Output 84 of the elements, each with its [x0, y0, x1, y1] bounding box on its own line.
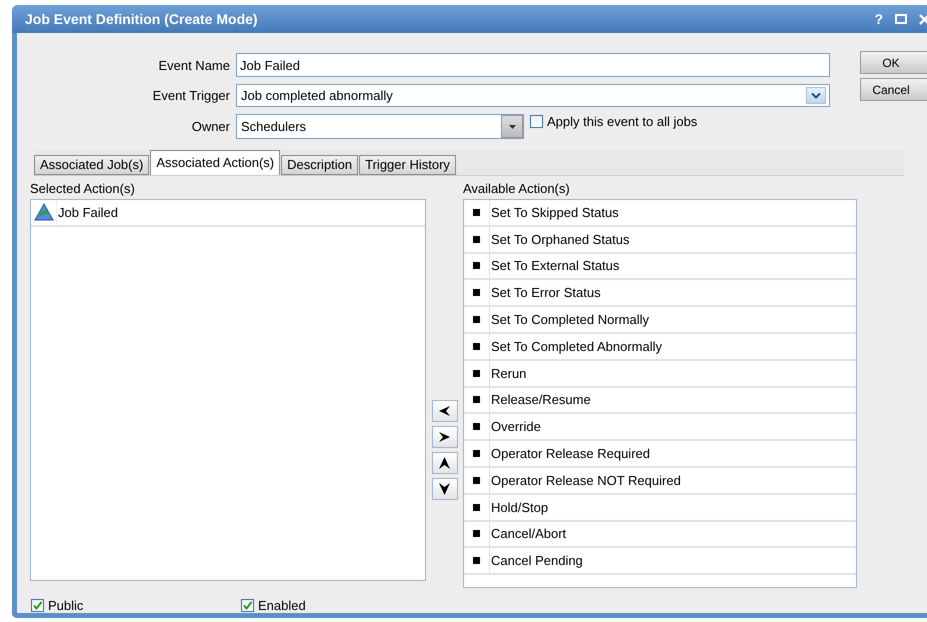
list-item[interactable]: Set To External Status: [464, 254, 856, 280]
list-item[interactable]: Set To Orphaned Status: [464, 226, 856, 254]
list-item[interactable]: Cancel Pending: [464, 548, 856, 576]
dropdown-value: Job completed abnormally: [240, 88, 393, 103]
dropdown-button[interactable]: [806, 87, 826, 104]
field-label: Event Name: [157, 58, 230, 72]
checkbox[interactable]: [530, 115, 543, 128]
field-label: Event Trigger: [152, 88, 230, 103]
arrow-up-icon: [437, 456, 452, 470]
action-name: Set To Skipped Status: [490, 204, 619, 220]
window-title: Job Event Definition (Create Mode): [25, 11, 259, 27]
square-bullet-icon: [473, 476, 480, 484]
list-item[interactable]: Rerun: [464, 360, 856, 388]
square-bullet-icon: [473, 370, 480, 377]
action-name: Cancel/Abort: [490, 526, 566, 542]
list-item[interactable]: Release/Resume: [464, 388, 856, 414]
action-name: Override: [490, 419, 541, 434]
list-item[interactable]: Operator Release NOT Required: [464, 468, 856, 495]
action-name: Cancel Pending: [490, 553, 583, 568]
square-bullet-icon: [473, 316, 480, 324]
check-icon: [32, 600, 43, 611]
list-item[interactable]: Override: [464, 414, 856, 442]
dropdown-button[interactable]: [501, 115, 523, 138]
list-item[interactable]: Set To Skipped Status: [464, 200, 856, 227]
action-name: Operator Release Required: [490, 446, 650, 462]
action-name: Operator Release NOT Required: [490, 472, 681, 488]
maximize-icon: [895, 13, 907, 25]
tab[interactable]: Trigger History: [359, 155, 456, 175]
checkbox-label: Apply this event to all jobs: [547, 114, 698, 129]
move-right-button[interactable]: [432, 426, 458, 448]
action-name: Set To Orphaned Status: [490, 232, 630, 247]
check-icon: [242, 600, 253, 611]
action-name: Set To Completed Normally: [490, 312, 649, 328]
move-up-button[interactable]: [432, 452, 458, 474]
tab[interactable]: Associated Job(s): [34, 155, 150, 175]
action-name: Hold/Stop: [490, 500, 548, 515]
list-caption: Selected Action(s): [30, 181, 136, 197]
checkbox-label: Enabled: [258, 598, 306, 613]
arrow-right-icon: [437, 430, 452, 444]
list-caption: Available Action(s): [463, 181, 571, 197]
field-label: Owner: [190, 119, 230, 134]
close-icon: [919, 14, 927, 24]
action-name: Release/Resume: [490, 392, 591, 408]
square-bullet-icon: [473, 423, 480, 430]
move-down-button[interactable]: [432, 478, 458, 500]
square-bullet-icon: [473, 236, 480, 243]
dropdown-value: Schedulers: [240, 119, 306, 134]
move-left-button[interactable]: [432, 400, 458, 422]
checkbox[interactable]: [31, 599, 44, 612]
list-item[interactable]: Set To Error Status: [464, 280, 856, 308]
square-bullet-icon: [473, 557, 480, 564]
owner-dropdown[interactable]: Schedulers: [236, 114, 524, 139]
caret-down-icon: [508, 124, 516, 128]
event-trigger-dropdown[interactable]: Job completed abnormally: [236, 84, 830, 107]
arrow-left-icon: [437, 404, 452, 418]
tab[interactable]: Associated Action(s): [150, 150, 280, 175]
dialog-button[interactable]: OK: [860, 51, 927, 74]
square-bullet-icon: [473, 530, 480, 538]
tab[interactable]: Description: [281, 155, 358, 175]
square-bullet-icon: [473, 342, 480, 350]
square-bullet-icon: [473, 396, 480, 404]
list-item[interactable]: Job Failed: [31, 200, 425, 227]
square-bullet-icon: [473, 289, 480, 296]
square-bullet-icon: [473, 450, 480, 458]
checkbox[interactable]: [241, 599, 254, 612]
square-bullet-icon: [473, 504, 480, 511]
list-item[interactable]: Cancel/Abort: [464, 522, 856, 548]
list-item[interactable]: Set To Completed Normally: [464, 307, 856, 334]
event-name-field[interactable]: Job Failed: [236, 53, 830, 77]
action-name: Set To Completed Abnormally: [490, 338, 662, 354]
dialog-button[interactable]: Cancel: [860, 78, 927, 101]
chevron-down-icon: [811, 92, 821, 100]
triangle-arrow-icon: [34, 203, 54, 222]
action-name: Set To Error Status: [490, 285, 601, 300]
list-item[interactable]: Set To Completed Abnormally: [464, 334, 856, 361]
action-name: Set To External Status: [490, 258, 620, 274]
checkbox-label: Public: [48, 598, 84, 613]
arrow-down-icon: [437, 482, 452, 496]
list-item[interactable]: Operator Release Required: [464, 441, 856, 468]
square-bullet-icon: [473, 262, 480, 270]
list-item[interactable]: Hold/Stop: [464, 494, 856, 522]
square-bullet-icon: [473, 208, 480, 216]
action-name: Rerun: [490, 366, 526, 381]
action-name: Job Failed: [57, 204, 118, 220]
